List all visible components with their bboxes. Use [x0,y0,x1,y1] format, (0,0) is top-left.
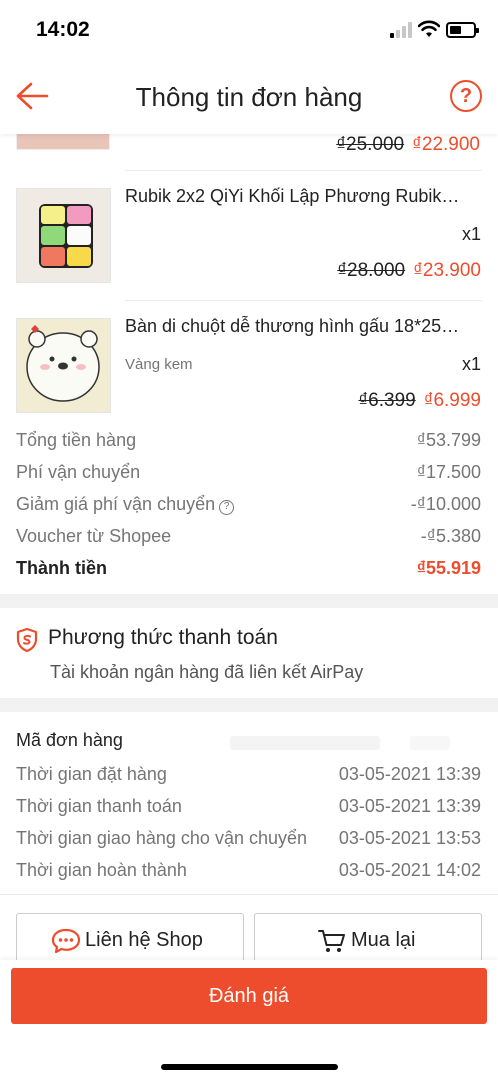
payment-method-value: Tài khoản ngân hàng đã liên kết AirPay [50,662,364,682]
order-info-section: Mã đơn hàng Thời gian đặt hàng 03-05-202… [0,714,498,880]
product-thumbnail [16,134,110,150]
home-indicator [161,1064,338,1070]
order-total-row: Thành tiền ₫55.919 [16,558,481,578]
bear-mousepad-image [17,319,110,412]
divider [125,300,482,301]
product-variant: Vàng kem [125,356,193,373]
copy-button[interactable] [410,736,450,750]
cellular-signal-icon [390,22,414,38]
product-quantity: x1 [461,354,481,374]
shipping-discount-row: Giảm giá phí vận chuyển? -₫10.000 [16,494,481,515]
original-price: ₫25.000 [336,134,405,155]
rubik-cube-image [17,189,110,282]
order-time-row: Thời gian đặt hàng 03-05-2021 13:39 [16,764,481,784]
product-thumbnail [16,318,111,413]
order-code-value [230,736,380,750]
wifi-icon [418,20,440,37]
product-quantity: x1 [461,224,481,244]
payment-time-row: Thời gian thanh toán 03-05-2021 13:39 [16,796,481,816]
sale-price: ₫6.999 [423,390,481,411]
merchandise-subtotal-row: Tổng tiền hàng ₫53.799 [16,430,481,450]
contact-shop-button[interactable]: Liên hệ Shop [16,913,244,960]
voucher-row: Voucher từ Shopee -₫5.380 [16,526,481,546]
app-header: Thông tin đơn hàng ? [0,60,498,134]
rate-button[interactable]: Đánh giá [11,968,487,1024]
product-name: Bàn di chuột dễ thương hình gấu 18*25… [125,316,460,336]
shield-dollar-icon [16,628,38,652]
original-price: ₫6.399 [358,390,416,411]
page-title: Thông tin đơn hàng [135,82,363,112]
order-actions: Liên hệ Shop Mua lại [0,894,498,960]
product-thumbnail [16,188,111,283]
order-detail-content: ₫25.000 ₫22.900 Rubik 2x2 QiYi Khối Lập P… [0,134,498,960]
battery-icon [446,22,479,38]
list-item[interactable]: Bàn di chuột dễ thương hình gấu 18*25… V… [0,300,498,430]
list-item[interactable]: ₫25.000 ₫22.900 [0,134,498,170]
section-divider [0,698,498,712]
price-summary: Tổng tiền hàng ₫53.799 Phí vận chuyển ₫1… [0,426,498,586]
payment-method-title: Phương thức thanh toán [48,626,278,649]
status-bar: 14:02 [0,0,498,60]
product-price: ₫6.399 ₫6.999 [358,390,481,412]
sale-price: ₫23.900 [413,260,481,281]
list-item[interactable]: Rubik 2x2 QiYi Khối Lập Phương Rubik… x1… [0,170,498,300]
original-price: ₫28.000 [337,260,406,281]
ship-time-row: Thời gian giao hàng cho vận chuyển 03-05… [16,828,481,849]
payment-method-section: Phương thức thanh toán Tài khoản ngân hà… [0,608,498,698]
question-circle-icon[interactable]: ? [219,500,235,515]
shipping-fee-row: Phí vận chuyển ₫17.500 [16,462,481,482]
product-price: ₫28.000 ₫23.900 [337,260,481,282]
help-button[interactable]: ? [450,80,482,112]
completed-time-row: Thời gian hoàn thành 03-05-2021 14:02 [16,860,481,880]
product-name: Rubik 2x2 QiYi Khối Lập Phương Rubik… [125,186,460,206]
section-divider [0,594,498,608]
cart-icon [318,930,345,952]
sale-price: ₫22.900 [412,134,480,155]
bottom-action-bar: Đánh giá [0,960,498,1080]
status-time: 14:02 [36,18,90,41]
rebuy-button[interactable]: Mua lại [254,913,482,960]
product-price: ₫25.000 ₫22.900 [336,134,480,156]
order-code-row: Mã đơn hàng [0,714,498,750]
divider [125,170,482,171]
chat-bubble-icon [51,928,81,954]
order-code-label: Mã đơn hàng [16,730,123,750]
